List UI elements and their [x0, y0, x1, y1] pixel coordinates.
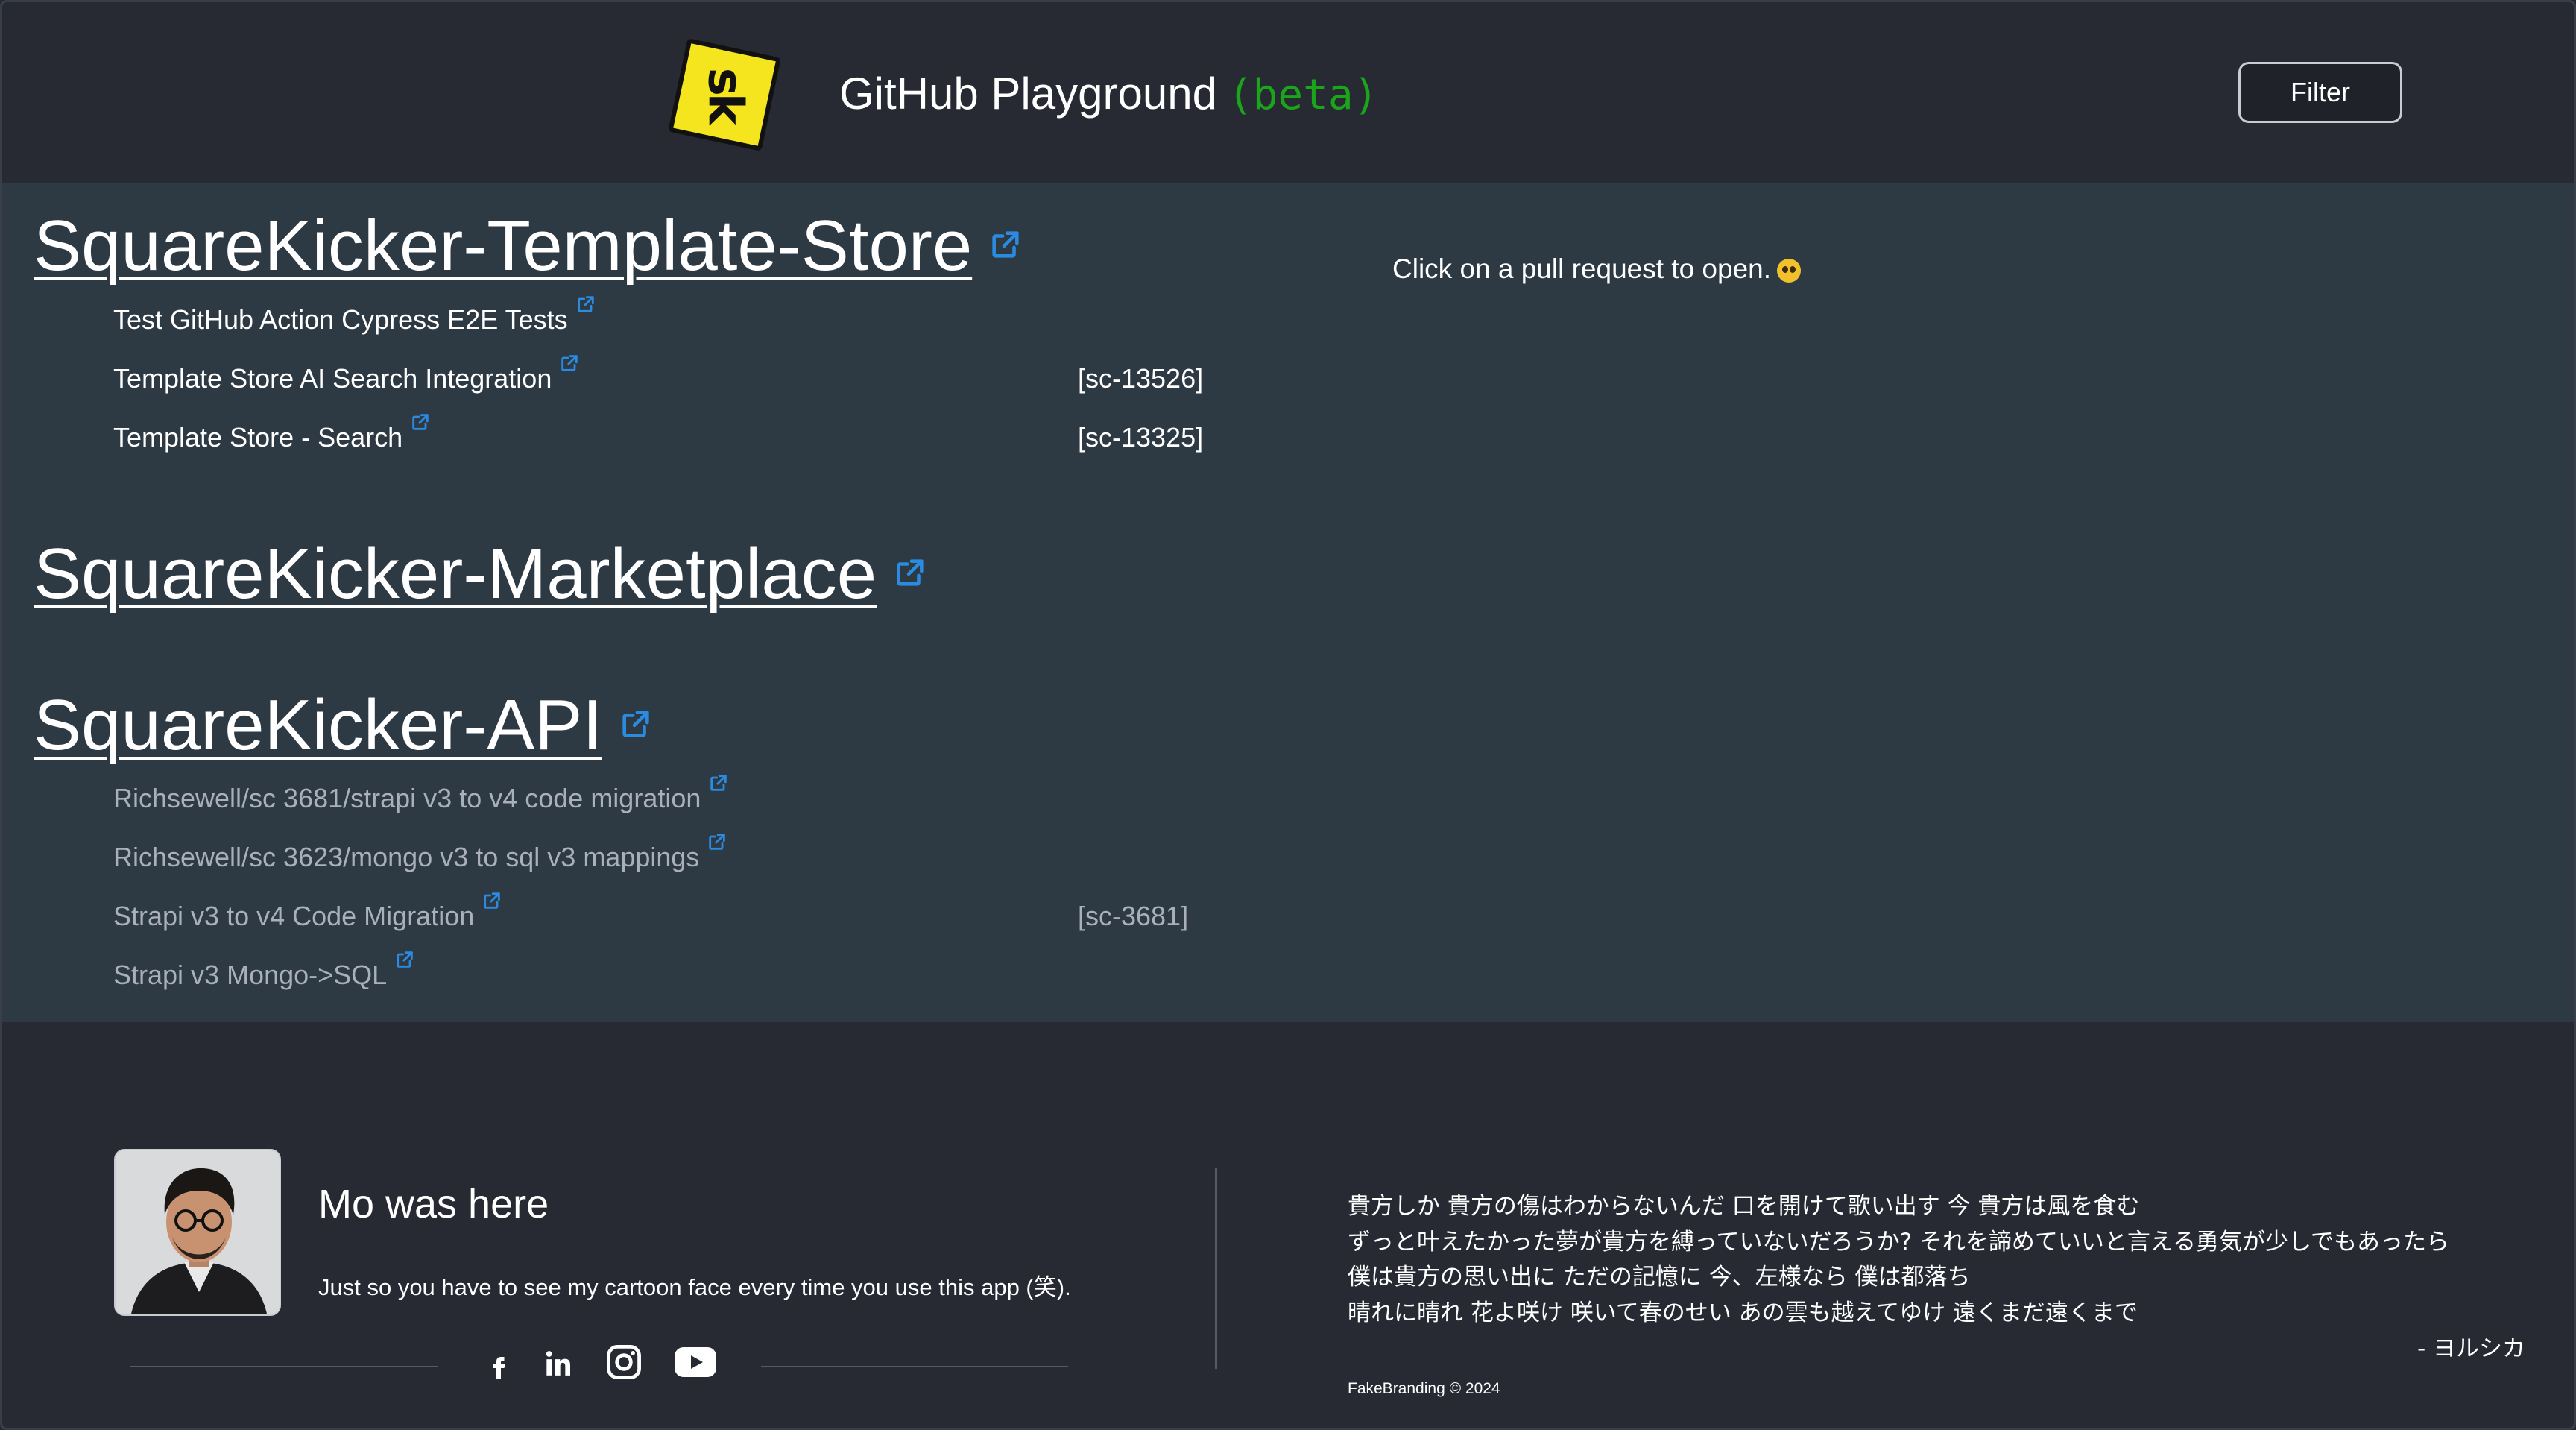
copyright-text: FakeBranding © 2024: [1348, 1380, 1500, 1397]
facebook-icon[interactable]: [485, 1349, 512, 1383]
repo-name: SquareKicker-API: [34, 685, 602, 765]
external-link-icon[interactable]: [707, 831, 727, 852]
pull-request-item[interactable]: Richsewell/sc 3623/mongo v3 to sql v3 ma…: [113, 834, 727, 873]
external-link-icon[interactable]: [575, 294, 596, 315]
logo-text: sk: [697, 67, 752, 122]
pull-request-item[interactable]: Template Store - Search: [113, 414, 431, 453]
repo-name: SquareKicker-Template-Store: [34, 206, 973, 286]
external-link-icon[interactable]: [394, 949, 415, 970]
linkedin-icon[interactable]: [544, 1349, 574, 1379]
pr-story-tag: [sc-13325]: [1078, 422, 1204, 453]
external-link-icon[interactable]: [559, 353, 580, 374]
divider-right: [761, 1366, 1068, 1367]
lyrics-author: - ヨルシカ: [2416, 1335, 2525, 1362]
lyrics-line: 貴方しか 貴方の傷はわからないんだ 口を開けて歌い出す 今 貴方は風を食む: [1348, 1193, 2140, 1220]
author-avatar: [114, 1149, 281, 1316]
pr-story-tag: [sc-3681]: [1078, 901, 1189, 931]
app-window: sk GitHub Playground (beta) Filter Square…: [0, 0, 2576, 1430]
pull-request-item[interactable]: Strapi v3 Mongo->SQL: [113, 951, 415, 991]
pr-title: Strapi v3 to v4 Code Migration: [113, 901, 475, 931]
pr-title: Richsewell/sc 3623/mongo v3 to sql v3 ma…: [113, 842, 700, 872]
pleading-face-icon: [1777, 259, 1802, 283]
footer-vertical-divider: [1215, 1168, 1217, 1369]
external-link-icon[interactable]: [708, 772, 729, 793]
pr-story-tag: [sc-13526]: [1078, 363, 1204, 394]
lyrics-block: 貴方しか 貴方の傷はわからないんだ 口を開けて歌い出す 今 貴方は風を食む ずっ…: [1348, 1189, 2449, 1331]
pr-title: Test GitHub Action Cypress E2E Tests: [113, 304, 568, 335]
app-title-text: GitHub Playground: [839, 69, 1217, 119]
repo-list-panel: SquareKicker-Template-Store Test GitHub …: [2, 183, 2574, 1022]
external-link-icon[interactable]: [619, 707, 653, 741]
repo-link-api[interactable]: SquareKicker-API: [34, 684, 653, 766]
beta-badge: (beta): [1227, 71, 1379, 119]
sk-logo[interactable]: sk: [668, 38, 781, 151]
repo-link-marketplace[interactable]: SquareKicker-Marketplace: [34, 533, 927, 615]
app-header: sk GitHub Playground (beta) Filter: [2, 2, 2574, 183]
external-link-icon[interactable]: [482, 890, 502, 911]
pr-title: Template Store - Search: [113, 422, 403, 453]
open-hint: Click on a pull request to open.: [1392, 253, 1802, 285]
filter-button[interactable]: Filter: [2238, 62, 2402, 123]
pull-request-item[interactable]: Test GitHub Action Cypress E2E Tests: [113, 296, 596, 336]
lyrics-line: ずっと叶えたかった夢が貴方を縛っていないだろうか? それを諦めていいと言える勇気…: [1348, 1228, 2450, 1256]
hint-text: Click on a pull request to open.: [1392, 253, 1772, 284]
pr-title: Richsewell/sc 3681/strapi v3 to v4 code …: [113, 783, 701, 813]
avatar-portrait: [116, 1150, 280, 1314]
external-link-icon[interactable]: [988, 227, 1023, 262]
pr-title: Template Store AI Search Integration: [113, 363, 552, 394]
youtube-icon[interactable]: [675, 1345, 716, 1379]
repo-name: SquareKicker-Marketplace: [34, 534, 877, 614]
pull-request-item[interactable]: Richsewell/sc 3681/strapi v3 to v4 code …: [113, 775, 729, 814]
app-title: GitHub Playground (beta): [839, 68, 1378, 119]
pull-request-item[interactable]: Strapi v3 to v4 Code Migration: [113, 892, 502, 932]
author-name: Mo was here: [318, 1182, 549, 1226]
repo-link-template-store[interactable]: SquareKicker-Template-Store: [34, 205, 1023, 287]
lyrics-line: 晴れに晴れ 花よ咲け 咲いて春のせい あの雲も越えてゆけ 遠くまだ遠くまで: [1348, 1299, 2138, 1326]
pr-title: Strapi v3 Mongo->SQL: [113, 960, 388, 990]
external-link-icon[interactable]: [410, 412, 431, 432]
lyrics-line: 僕は貴方の思い出に ただの記憶に 今、左様なら 僕は都落ち: [1348, 1264, 1971, 1291]
external-link-icon[interactable]: [893, 555, 927, 590]
instagram-icon[interactable]: [604, 1343, 643, 1382]
author-bio: Just so you have to see my cartoon face …: [318, 1274, 1071, 1300]
divider-left: [130, 1366, 438, 1367]
footer: Mo was here Just so you have to see my c…: [2, 1022, 2574, 1428]
pull-request-item[interactable]: Template Store AI Search Integration: [113, 355, 580, 394]
